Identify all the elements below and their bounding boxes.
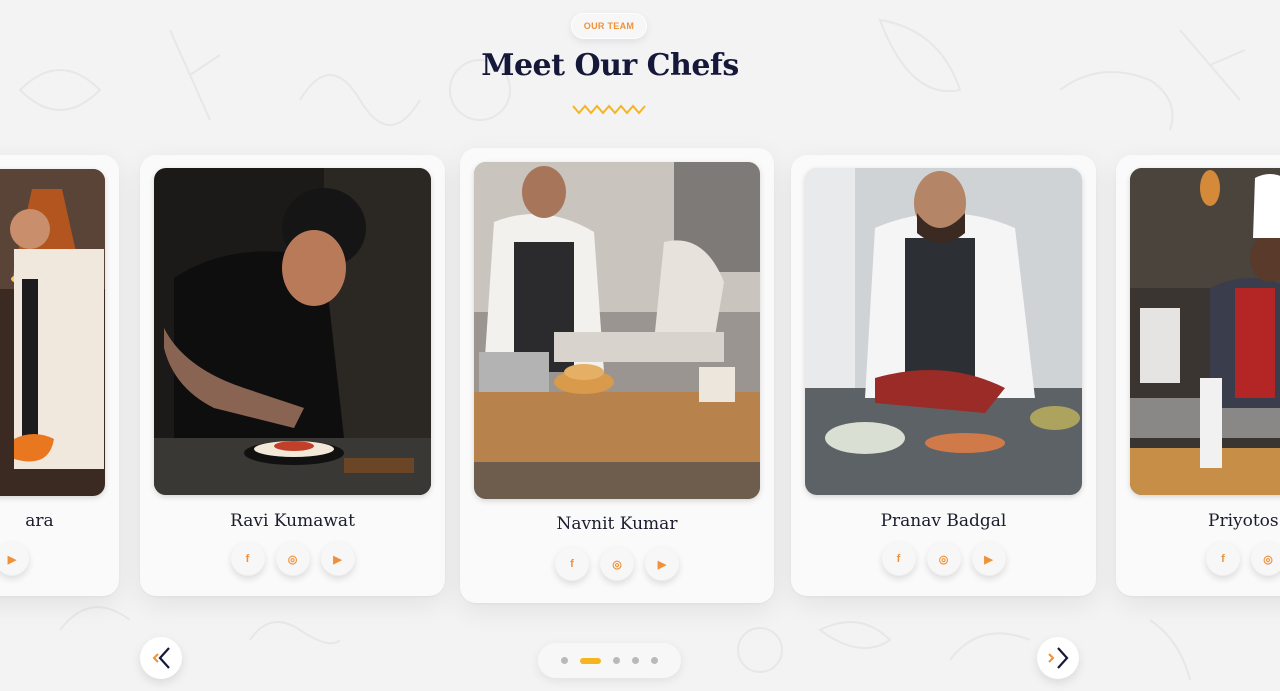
chef-photo-image [805, 168, 1082, 495]
youtube-icon[interactable]: ▶ [971, 542, 1006, 576]
chef-card: Navnit Kumar f ◎ ▶ [460, 148, 774, 603]
instagram-icon[interactable]: ◎ [275, 542, 310, 576]
section-title: Meet Our Chefs [481, 48, 739, 83]
prev-button[interactable] [140, 637, 182, 679]
facebook-icon[interactable]: f [1206, 542, 1240, 576]
youtube-icon[interactable]: ▶ [320, 542, 355, 576]
chef-card: ara ▶ [0, 155, 119, 596]
carousel-pagination [538, 643, 681, 678]
chef-name: ara [25, 511, 54, 531]
chef-photo [154, 168, 431, 495]
chef-card: Priyotos f ◎ [1116, 155, 1280, 596]
chef-photo [0, 169, 105, 496]
next-button[interactable] [1037, 637, 1079, 679]
chef-photo [474, 162, 760, 499]
chef-card: Pranav Badgal f ◎ ▶ [791, 155, 1096, 596]
youtube-icon[interactable]: ▶ [645, 547, 679, 581]
chevron-right-icon [1048, 647, 1069, 669]
chef-socials: f ◎ ▶ [460, 547, 774, 581]
chef-card: Ravi Kumawat f ◎ ▶ [140, 155, 445, 596]
chef-socials: f ◎ [1116, 542, 1280, 576]
instagram-icon[interactable]: ◎ [1251, 542, 1280, 576]
instagram-icon[interactable]: ◎ [600, 547, 634, 581]
chef-socials: f ◎ ▶ [140, 542, 445, 576]
chef-name: Pranav Badgal [880, 511, 1007, 531]
chef-photo-image [154, 168, 431, 495]
pagination-dot[interactable] [561, 657, 568, 664]
pagination-dot[interactable] [613, 657, 620, 664]
facebook-icon[interactable]: f [881, 542, 916, 576]
section-eyebrow-badge: OUR TEAM [571, 13, 647, 39]
pagination-dot[interactable] [632, 657, 639, 664]
chef-photo-image [474, 162, 760, 499]
chef-name: Ravi Kumawat [230, 511, 355, 531]
chef-photo-image [0, 169, 105, 496]
chef-photo-image [1130, 168, 1280, 495]
title-zigzag-divider [572, 104, 646, 115]
chef-socials: ▶ [0, 542, 119, 576]
chef-name: Priyotos [1208, 511, 1279, 531]
chef-socials: f ◎ ▶ [791, 542, 1096, 576]
instagram-icon[interactable]: ◎ [926, 542, 961, 576]
chevron-left-icon [152, 647, 170, 669]
facebook-icon[interactable]: f [230, 542, 265, 576]
chef-name: Navnit Kumar [556, 514, 678, 534]
pagination-dot[interactable] [651, 657, 658, 664]
chef-photo [1130, 168, 1280, 495]
youtube-icon[interactable]: ▶ [0, 542, 29, 576]
pagination-dot-active[interactable] [580, 657, 601, 664]
chef-photo [805, 168, 1082, 495]
facebook-icon[interactable]: f [555, 547, 589, 581]
